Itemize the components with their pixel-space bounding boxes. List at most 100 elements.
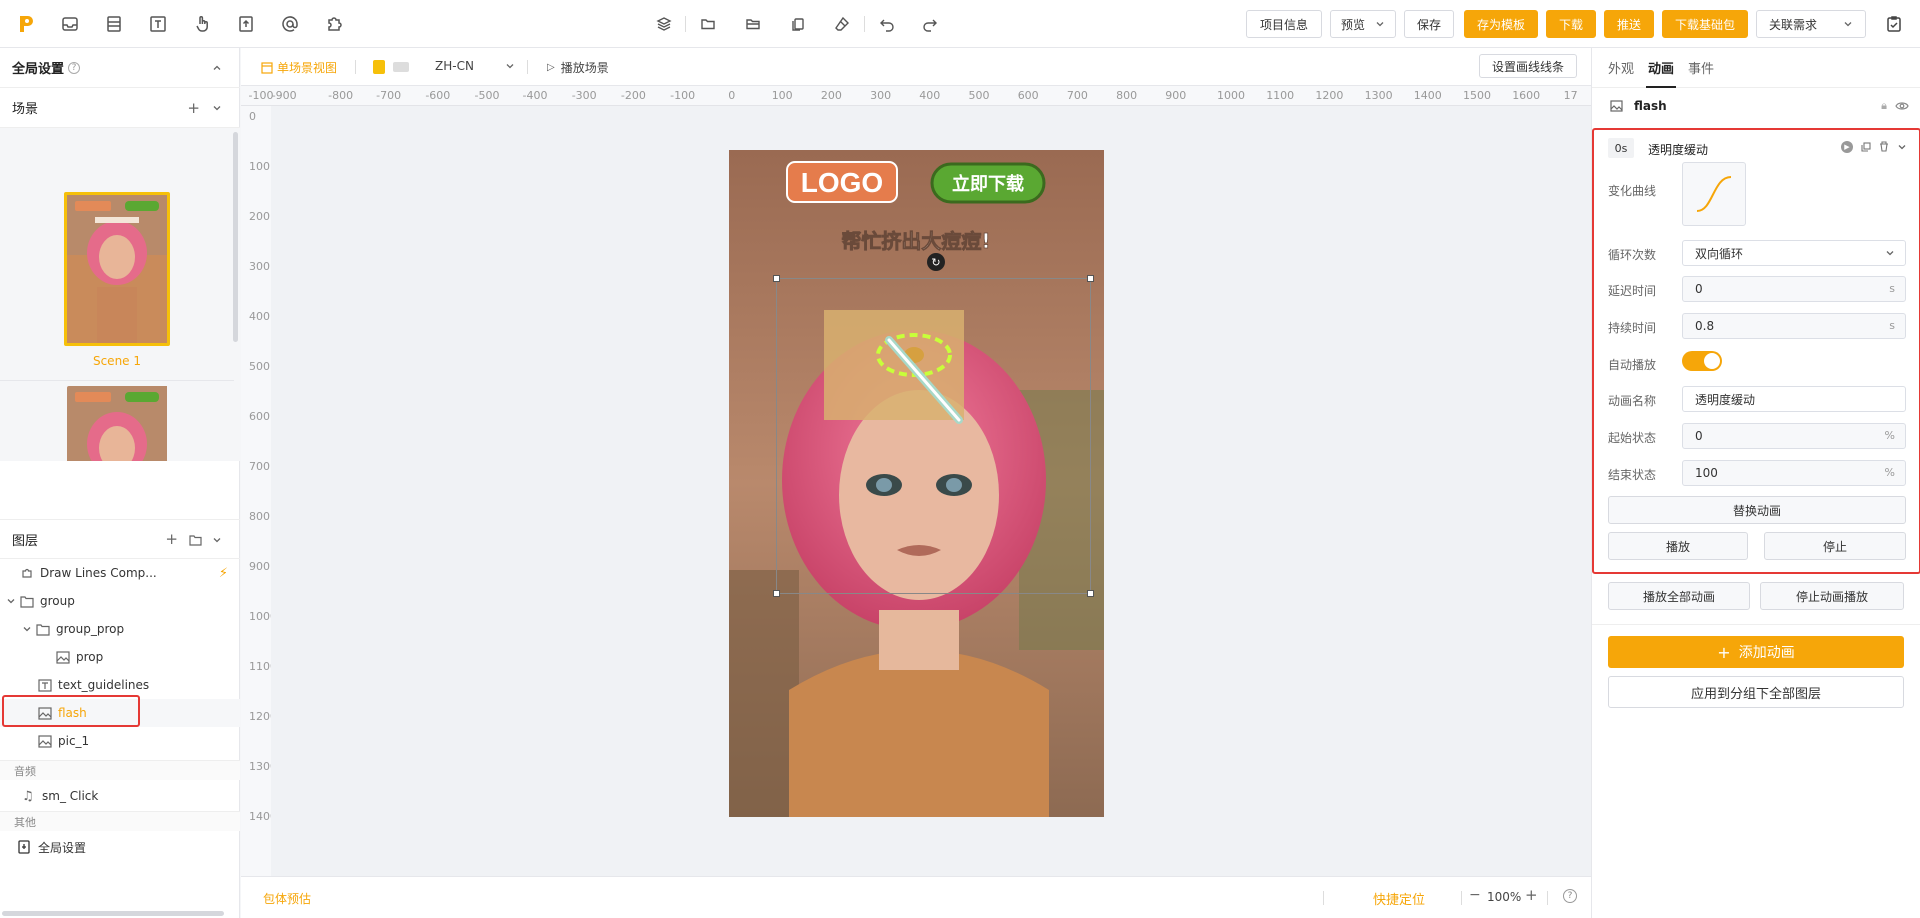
set-guides-button[interactable]: 设置画线线条 — [1479, 54, 1577, 78]
upload-icon[interactable] — [234, 12, 258, 36]
replace-animation-button[interactable]: 替换动画 — [1608, 496, 1906, 524]
stop-button[interactable]: 停止 — [1764, 532, 1906, 560]
stop-all-button[interactable]: 停止动画播放 — [1760, 582, 1904, 610]
play-circle-icon[interactable]: ▶ — [1841, 141, 1853, 153]
undo-icon[interactable] — [875, 12, 899, 36]
save-template-button[interactable]: 存为模板 — [1464, 10, 1538, 38]
autoplay-toggle[interactable] — [1682, 351, 1722, 371]
global-settings-header[interactable]: 全局设置 ? — [0, 48, 240, 88]
selected-layer-name: flash — [1634, 99, 1667, 113]
resize-handle[interactable] — [773, 590, 780, 597]
audio-item[interactable]: ♫ sm_ Click — [0, 782, 240, 810]
eye-icon[interactable] — [1895, 101, 1909, 111]
chevron-down-icon[interactable] — [6, 596, 16, 606]
color-swatch-gray[interactable] — [393, 62, 409, 72]
save-button[interactable]: 保存 — [1404, 10, 1454, 38]
delay-input[interactable]: 0 s — [1682, 276, 1906, 302]
image-icon — [38, 734, 52, 748]
preview-dropdown[interactable]: 预览 — [1330, 10, 1396, 38]
download-button[interactable]: 下载 — [1546, 10, 1596, 38]
layer-row[interactable]: group — [0, 587, 240, 615]
layer-row[interactable]: prop — [0, 643, 240, 671]
zoom-value: 100% — [1487, 890, 1522, 904]
view-mode-toggle[interactable]: 单场景视图 — [261, 59, 337, 76]
project-info-button[interactable]: 项目信息 — [1246, 10, 1322, 38]
creative-preview[interactable]: LOGO 立即下载 帮忙挤出大痘痘! ↻ — [729, 150, 1104, 817]
ruler-tick-label: -600 — [425, 89, 451, 102]
logo-icon[interactable] — [14, 12, 38, 36]
chevron-down-icon[interactable] — [212, 535, 222, 545]
copy-icon[interactable] — [1861, 142, 1871, 152]
help-icon[interactable]: ? — [68, 61, 81, 74]
loop-select[interactable]: 双向循环 — [1682, 240, 1906, 266]
at-sign-icon[interactable] — [278, 12, 302, 36]
anim-name-input[interactable]: 透明度缓动 — [1682, 386, 1906, 412]
play-button[interactable]: 播放 — [1608, 532, 1748, 560]
color-swatch-orange[interactable] — [373, 60, 385, 74]
add-layer-icon[interactable]: + — [165, 530, 178, 548]
language-select[interactable]: ZH-CN — [435, 59, 515, 73]
layer-row[interactable]: group_prop — [0, 615, 240, 643]
add-scene-icon[interactable]: + — [187, 99, 200, 117]
ad-download-text[interactable]: 立即下载 — [952, 173, 1024, 195]
redo-icon[interactable] — [918, 12, 942, 36]
push-button[interactable]: 推送 — [1604, 10, 1654, 38]
layer-row[interactable]: pic_1 — [0, 727, 240, 755]
folder-open-icon[interactable] — [741, 12, 765, 36]
chevron-up-icon[interactable] — [212, 63, 222, 73]
zoom-in-icon[interactable]: + — [1525, 886, 1538, 904]
download-base-button[interactable]: 下载基础包 — [1662, 10, 1748, 38]
duration-input[interactable]: 0.8 s — [1682, 313, 1906, 339]
scene-thumbnail-2[interactable] — [67, 386, 173, 461]
quick-locate-link[interactable]: 快捷定位 — [1373, 889, 1425, 908]
anim-name-value: 透明度缓动 — [1695, 392, 1756, 407]
chevron-down-icon — [1886, 251, 1894, 256]
resize-handle[interactable] — [1087, 590, 1094, 597]
toolbar-divider — [1323, 891, 1324, 905]
start-state-input[interactable]: 0 % — [1682, 423, 1906, 449]
help-icon[interactable]: ? — [1563, 889, 1577, 903]
text-icon[interactable] — [146, 12, 170, 36]
end-state-input[interactable]: 100 % — [1682, 460, 1906, 486]
puzzle-icon[interactable] — [322, 12, 346, 36]
chevron-down-icon[interactable] — [212, 103, 222, 113]
tab-appearance[interactable]: 外观 — [1608, 58, 1634, 77]
chevron-down-icon[interactable] — [22, 624, 32, 634]
tab-events[interactable]: 事件 — [1688, 58, 1714, 77]
ruler-tick-label: 1500 — [1463, 89, 1491, 102]
eraser-icon[interactable] — [830, 12, 854, 36]
play-scene-button[interactable]: ▷ 播放场景 — [547, 59, 609, 76]
layers-icon[interactable] — [652, 12, 676, 36]
zoom-out-icon[interactable]: − — [1469, 887, 1481, 903]
folder-icon[interactable] — [189, 534, 202, 546]
link-demand-dropdown[interactable]: 关联需求 — [1756, 10, 1866, 38]
rotate-handle-icon[interactable]: ↻ — [927, 253, 945, 271]
duration-value: 0.8 — [1695, 319, 1715, 333]
selection-box[interactable]: ↻ — [773, 253, 1094, 597]
apply-to-group-button[interactable]: 应用到分组下全部图层 — [1608, 676, 1904, 708]
play-all-button[interactable]: 播放全部动画 — [1608, 582, 1750, 610]
lock-icon[interactable]: 🔒︎ — [1881, 99, 1887, 113]
copy-icon[interactable] — [786, 12, 810, 36]
add-animation-button[interactable]: + 添加动画 — [1608, 636, 1904, 668]
resize-handle[interactable] — [1087, 275, 1094, 282]
scene-scrollbar[interactable] — [233, 132, 238, 342]
easing-curve-editor[interactable] — [1682, 162, 1746, 226]
horizontal-scrollbar[interactable] — [2, 911, 224, 916]
resize-handle[interactable] — [773, 275, 780, 282]
package-estimate-link[interactable]: 包体预估 — [263, 890, 311, 907]
chevron-down-icon[interactable] — [1897, 142, 1907, 152]
trash-icon[interactable] — [1879, 141, 1889, 152]
scene-thumbnail-1[interactable] — [64, 192, 170, 346]
ruler-tick-label: 17 — [1563, 89, 1578, 102]
other-global-settings[interactable]: 全局设置 — [0, 833, 240, 861]
audio-section-title: 音频 — [0, 760, 240, 780]
layer-row[interactable]: Draw Lines Comp... ⚡ — [0, 559, 240, 587]
canvas-area: 单场景视图 ZH-CN ▷ 播放场景 设置画线线条 -100 -900 -800 -7… — [241, 48, 1591, 918]
tab-animation[interactable]: 动画 — [1648, 58, 1674, 77]
hand-pointer-icon[interactable] — [190, 12, 214, 36]
layout-icon[interactable] — [102, 12, 126, 36]
clipboard-check-icon[interactable] — [1882, 12, 1906, 36]
inbox-icon[interactable] — [58, 12, 82, 36]
folder-icon[interactable] — [696, 12, 720, 36]
